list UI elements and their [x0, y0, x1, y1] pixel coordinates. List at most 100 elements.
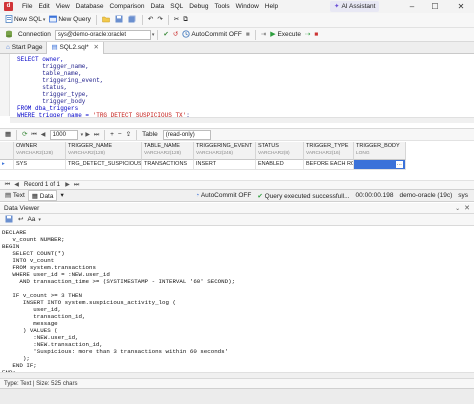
menu-database[interactable]: Database [73, 0, 107, 13]
column-header-trigger-body[interactable]: TRIGGER_BODY LONG [354, 142, 406, 160]
undo-icon[interactable]: ↶ [146, 14, 155, 26]
refresh-icon[interactable]: ⟳ [20, 129, 29, 141]
close-panel-icon[interactable]: ✕ [464, 204, 470, 212]
chevron-down-icon[interactable]: ▾ [152, 32, 155, 38]
grid-view-icon[interactable]: ▦ [3, 129, 13, 141]
minimize-button[interactable]: – [401, 0, 423, 13]
abort-icon[interactable]: ■ [244, 29, 252, 41]
menu-sql[interactable]: SQL [167, 0, 186, 13]
table-label: Table [142, 130, 158, 138]
first-page-icon[interactable]: ⏮ [30, 130, 39, 140]
prev-page-icon[interactable]: ◀ [39, 130, 48, 140]
column-header-status[interactable]: STATUS VARCHAR2(8) [256, 142, 304, 160]
cell-owner[interactable]: SYS [14, 160, 66, 170]
database-icon[interactable] [3, 29, 16, 41]
menu-view[interactable]: View [53, 0, 73, 13]
data-viewer-toolbar: ↩ Aa ▾ [0, 214, 474, 226]
tab-text-view[interactable]: ▤ Text [2, 190, 28, 201]
autocommit-toggle[interactable]: AutoCommit OFF [180, 29, 244, 41]
main-toolbar: New SQL▾ New Query ↶ ↷ ✂ ⧉ [0, 13, 474, 28]
open-file-icon[interactable] [100, 14, 113, 26]
column-header-triggering-event[interactable]: TRIGGERING_EVENT VARCHAR2(246) [194, 142, 256, 160]
word-wrap-icon[interactable]: ↩ [16, 214, 25, 226]
code-line: trigger_name, [17, 63, 90, 70]
results-grid[interactable]: OWNER VARCHAR2(128) TRIGGER_NAME VARCHAR2(… [0, 142, 474, 176]
close-window-button[interactable]: ✕ [450, 0, 472, 13]
rollback-icon[interactable]: ↺ [171, 29, 180, 41]
close-tab-icon[interactable]: ✕ [94, 44, 99, 51]
last-page-icon[interactable]: ⏭ [92, 130, 101, 140]
next-page-icon[interactable]: ▶ [83, 130, 92, 140]
column-header-owner[interactable]: OWNER VARCHAR2(128) [14, 142, 66, 160]
export-icon[interactable]: ⇪ [124, 129, 133, 141]
column-header-trigger-name[interactable]: TRIGGER_NAME VARCHAR2(128) [66, 142, 142, 160]
tab-data-view[interactable]: ▦ Data [27, 190, 58, 201]
title-bar: d File Edit View Database Comparison Dat… [0, 0, 474, 13]
stop-icon[interactable]: ■ [312, 29, 320, 41]
trigger-body-line: AND transaction_time >= (SYSTIMESTAMP - … [2, 278, 236, 285]
ellipsis-button[interactable]: … [395, 161, 403, 168]
results-status-bar: ▤ Text ▦ Data ▾ ◔ AutoCommit OFF ✔ Query… [0, 189, 474, 202]
trigger-body-line: DECLARE [2, 229, 27, 236]
data-viewer-text[interactable]: DECLARE v_count NUMBER; BEGIN SELECT COU… [0, 226, 474, 389]
row-header-corner [0, 142, 14, 160]
code-line: triggering_event, [17, 77, 104, 84]
menu-edit[interactable]: Edit [35, 0, 52, 13]
menu-tools[interactable]: Tools [211, 0, 232, 13]
chevron-down-icon: ▾ [42, 17, 46, 23]
connection-value: sys@demo-oracle:oraclet [57, 31, 127, 38]
row-indicator-icon[interactable]: ▸ [0, 160, 14, 170]
menu-file[interactable]: File [19, 0, 35, 13]
maximize-button[interactable]: ☐ [424, 0, 446, 13]
menu-window[interactable]: Window [233, 0, 262, 13]
cell-trigger-body[interactable]: … [354, 160, 406, 170]
tab-start-page[interactable]: ⌂ Start Page [2, 42, 46, 54]
commit-icon[interactable]: ✔ [161, 29, 170, 41]
ai-assistant-button[interactable]: ✦ AI Assistant [330, 1, 380, 12]
add-row-icon[interactable]: + [108, 129, 116, 141]
cell-status[interactable]: ENABLED [256, 160, 304, 170]
cell-triggering-event[interactable]: INSERT [194, 160, 256, 170]
execute-button[interactable]: ▶ Execute [268, 29, 303, 41]
add-view-icon[interactable]: ▾ [57, 190, 66, 201]
sql-editor[interactable]: SELECT owner, trigger_name, table_name, … [0, 54, 474, 119]
step-icon[interactable]: ⇥ [259, 29, 268, 41]
menu-help[interactable]: Help [262, 0, 281, 13]
redo-icon[interactable]: ↷ [155, 14, 164, 26]
editor-gutter [0, 54, 10, 116]
execute-to-cursor-icon[interactable]: ⇢ [303, 29, 312, 41]
chevron-down-icon[interactable]: ▾ [38, 217, 41, 223]
data-viewer-title: Data Viewer [4, 204, 40, 212]
row-limit-input[interactable]: 1000 [49, 129, 78, 140]
toolbar-divider [16, 129, 18, 140]
editor-horizontal-scrollbar[interactable] [10, 117, 474, 123]
autocommit-status[interactable]: ◔ AutoCommit OFF [195, 192, 251, 199]
pin-icon[interactable]: ⌄ [455, 205, 460, 212]
menu-debug[interactable]: Debug [186, 0, 211, 13]
toolbar-divider [167, 15, 169, 25]
save-data-icon[interactable] [3, 214, 16, 226]
text-format-icon[interactable]: Aa [25, 214, 37, 226]
document-tabs: ⌂ Start Page ▤ SQL2.sql* ✕ [0, 41, 474, 54]
new-sql-label: New SQL [14, 16, 42, 23]
column-header-trigger-type[interactable]: TRIGGER_TYPE VARCHAR2(16) [304, 142, 354, 160]
tab-sql2[interactable]: ▤ SQL2.sql* ✕ [46, 41, 104, 54]
menu-comparison[interactable]: Comparison [107, 0, 148, 13]
save-all-icon[interactable] [126, 14, 139, 26]
cell-trigger-name[interactable]: TRG_DETECT_SUSPICIOUS_TX [66, 160, 142, 170]
connection-select[interactable]: sys@demo-oracle:oraclet [54, 29, 151, 40]
cell-trigger-type[interactable]: BEFORE EACH ROW [304, 160, 354, 170]
data-viewer-header: Data Viewer ⌄ ✕ [0, 203, 474, 214]
cell-table-name[interactable]: TRANSACTIONS [142, 160, 194, 170]
new-sql-button[interactable]: New SQL▾ [3, 14, 47, 26]
delete-row-icon[interactable]: − [116, 129, 124, 141]
cut-icon[interactable]: ✂ [172, 14, 181, 26]
new-query-button[interactable]: New Query [47, 14, 93, 26]
table-select[interactable]: (read-only) [162, 129, 211, 140]
column-header-table-name[interactable]: TABLE_NAME VARCHAR2(128) [142, 142, 194, 160]
copy-icon[interactable]: ⧉ [181, 14, 190, 26]
ai-assistant-label: AI Assistant [341, 3, 376, 10]
trigger-body-line: :NEW.user_id, [2, 334, 79, 341]
menu-data[interactable]: Data [148, 0, 168, 13]
save-icon[interactable] [113, 14, 126, 26]
